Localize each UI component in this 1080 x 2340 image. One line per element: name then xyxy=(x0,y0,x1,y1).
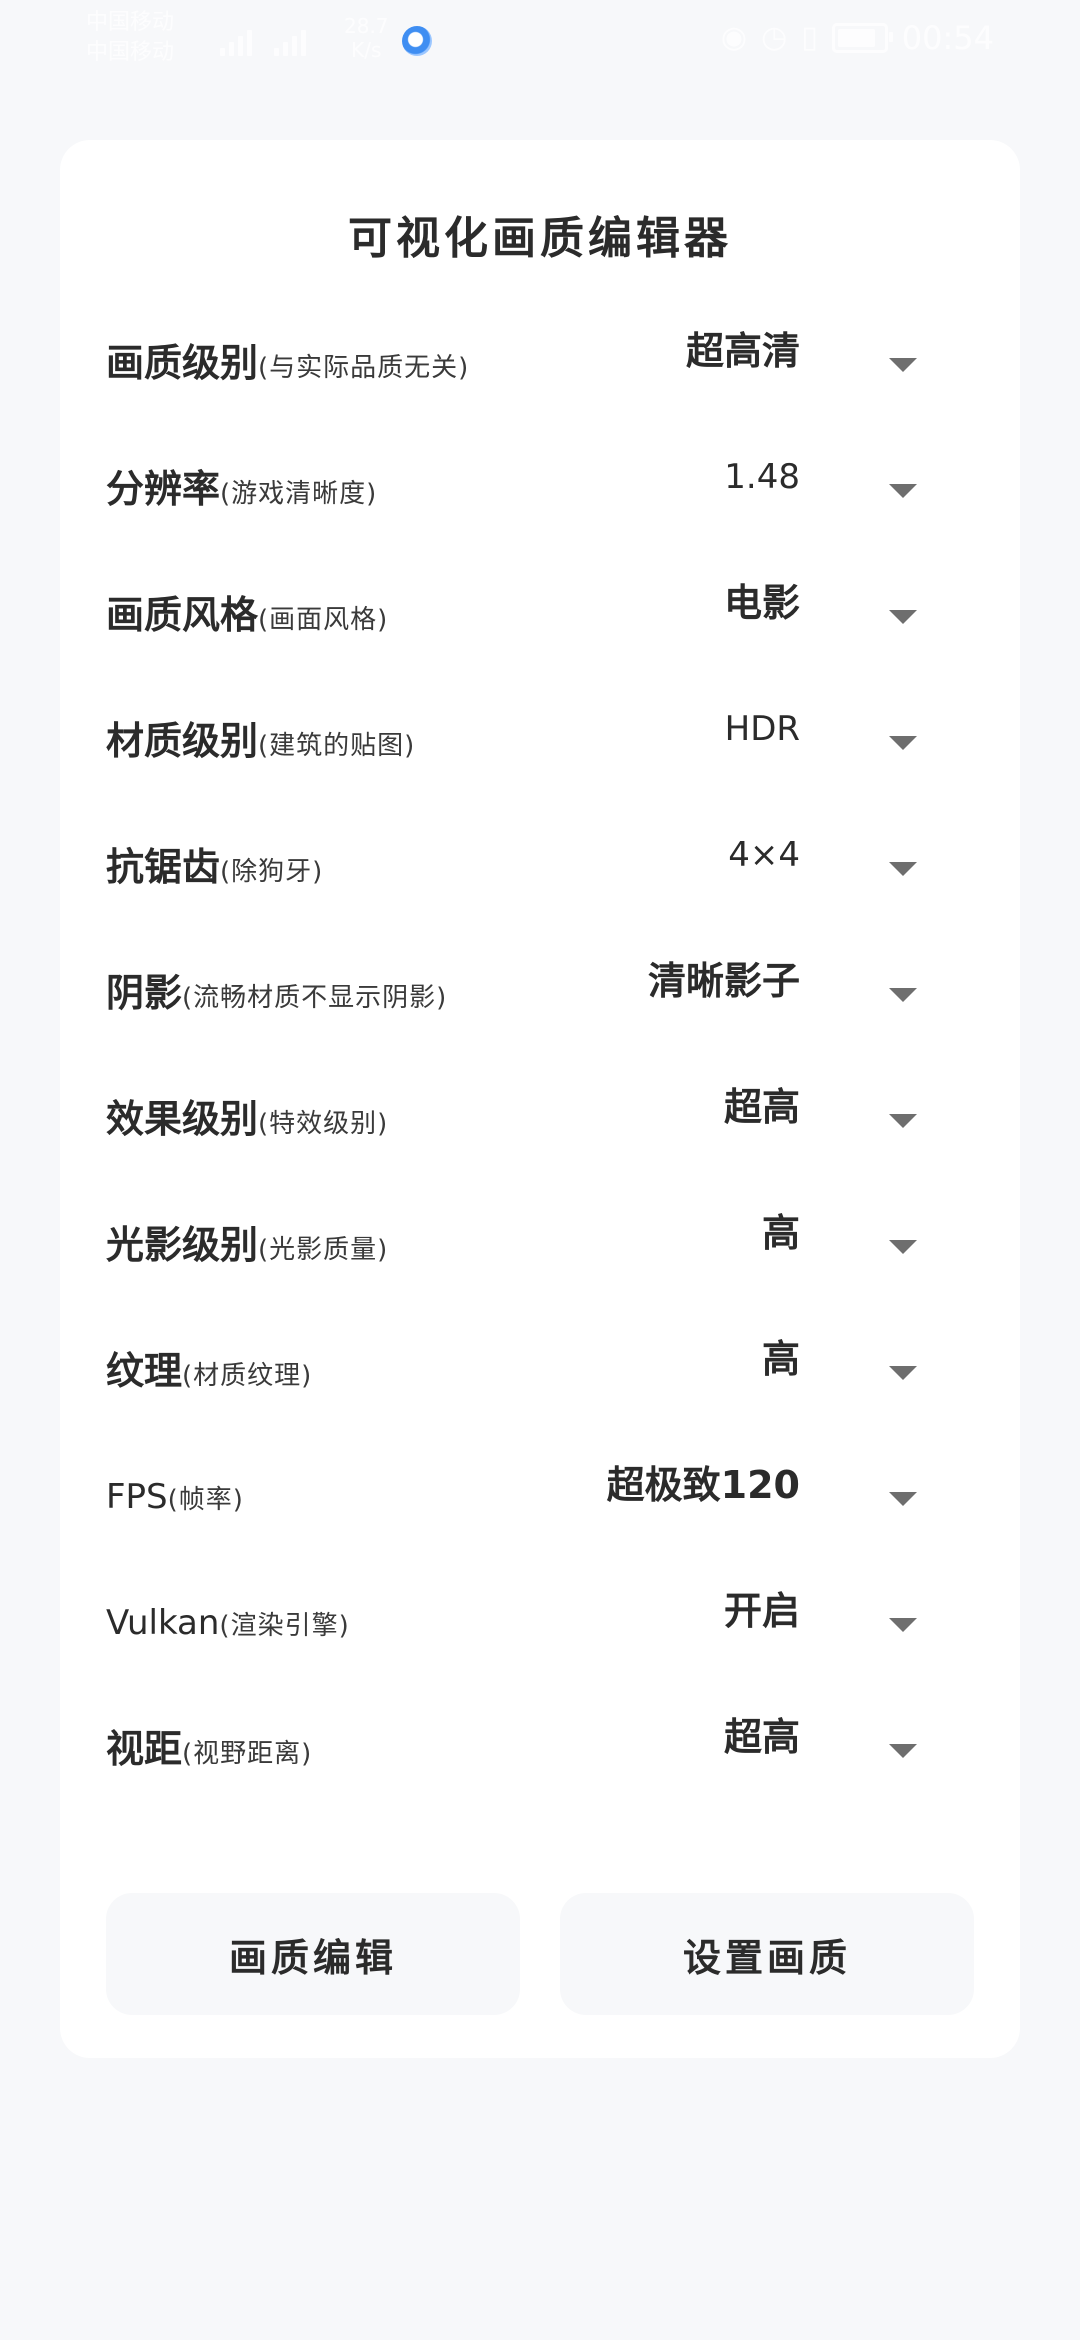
setting-value[interactable]: 开启 xyxy=(724,1586,800,1636)
network-speed: 28.7 K/s xyxy=(344,14,389,62)
setting-label: 抗锯齿(除狗牙) xyxy=(106,842,323,900)
setting-hint: (流畅材质不显示阴影) xyxy=(182,983,448,1013)
setting-row[interactable]: FPS(帧率) 超极致120 xyxy=(60,1444,1020,1544)
setting-row[interactable]: 分辨率(游戏清晰度) 1.48 xyxy=(60,436,1020,536)
setting-row[interactable]: 效果级别(特效级别) 超高 xyxy=(60,1066,1020,1166)
setting-row[interactable]: 纹理(材质纹理) 高 xyxy=(60,1318,1020,1418)
dropdown-arrow-icon[interactable] xyxy=(889,862,917,876)
setting-hint: (光影质量) xyxy=(258,1235,389,1265)
setting-label: Vulkan(渲染引擎) xyxy=(106,1598,350,1654)
dropdown-arrow-icon[interactable] xyxy=(889,1492,917,1506)
status-bar: 中国移动 中国移动 28.7 K/s ◉ ◷ ▯ 00:54 xyxy=(0,0,1080,80)
setting-label: 效果级别(特效级别) xyxy=(106,1094,388,1152)
dropdown-arrow-icon[interactable] xyxy=(889,988,917,1002)
setting-name: 画质风格 xyxy=(106,593,259,637)
browser-app-icon xyxy=(402,26,432,56)
setting-name: FPS xyxy=(106,1477,168,1517)
setting-row[interactable]: 画质风格(画面风格) 电影 xyxy=(60,562,1020,662)
vibrate-icon: ▯ xyxy=(801,20,818,55)
setting-label: FPS(帧率) xyxy=(106,1472,244,1528)
dropdown-arrow-icon[interactable] xyxy=(889,1114,917,1128)
carrier-name-2: 中国移动 xyxy=(86,40,175,65)
setting-value[interactable]: 高 xyxy=(762,1334,800,1384)
setting-hint: (视野距离) xyxy=(182,1739,313,1769)
signal-icon xyxy=(220,16,340,56)
setting-value[interactable]: 超极致120 xyxy=(607,1460,800,1510)
settings-card: 可视化画质编辑器 画质级别(与实际品质无关) 超高清分辨率(游戏清晰度) 1.48 画… xyxy=(60,140,1020,2058)
setting-row[interactable]: 材质级别(建筑的贴图) HDR xyxy=(60,688,1020,788)
setting-value[interactable]: 超高 xyxy=(724,1712,800,1762)
carrier-info: 中国移动 中国移动 xyxy=(86,8,174,68)
setting-row[interactable]: 视距(视野距离) 超高 xyxy=(60,1696,1020,1796)
setting-hint: (特效级别) xyxy=(258,1109,389,1139)
setting-label: 材质级别(建筑的贴图) xyxy=(106,716,415,774)
setting-name: 效果级别 xyxy=(106,1097,259,1141)
dropdown-arrow-icon[interactable] xyxy=(889,736,917,750)
setting-hint: (材质纹理) xyxy=(182,1361,313,1391)
setting-name: 抗锯齿 xyxy=(106,845,221,889)
setting-hint: (帧率) xyxy=(167,1485,244,1515)
setting-row[interactable]: 抗锯齿(除狗牙) 4×4 xyxy=(60,814,1020,914)
setting-value[interactable]: HDR xyxy=(725,704,800,754)
network-speed-unit: K/s xyxy=(351,38,382,62)
dropdown-arrow-icon[interactable] xyxy=(889,1744,917,1758)
setting-value[interactable]: 电影 xyxy=(724,578,800,628)
setting-row[interactable]: 光影级别(光影质量) 高 xyxy=(60,1192,1020,1292)
setting-value[interactable]: 超高清 xyxy=(686,326,800,376)
dropdown-arrow-icon[interactable] xyxy=(889,1240,917,1254)
setting-row[interactable]: 阴影(流畅材质不显示阴影) 清晰影子 xyxy=(60,940,1020,1040)
setting-label: 画质级别(与实际品质无关) xyxy=(106,338,469,396)
setting-hint: (与实际品质无关) xyxy=(258,353,470,383)
dropdown-arrow-icon[interactable] xyxy=(889,358,917,372)
setting-hint: (建筑的贴图) xyxy=(258,731,416,761)
apply-quality-button[interactable]: 设置画质 xyxy=(560,1893,974,2015)
setting-value[interactable]: 清晰影子 xyxy=(648,956,800,1006)
battery-icon xyxy=(831,23,893,53)
dropdown-arrow-icon[interactable] xyxy=(889,610,917,624)
edit-quality-button[interactable]: 画质编辑 xyxy=(106,1893,520,2015)
setting-name: 阴影 xyxy=(106,971,183,1015)
setting-hint: (画面风格) xyxy=(258,605,389,635)
dropdown-arrow-icon[interactable] xyxy=(889,484,917,498)
setting-name: 光影级别 xyxy=(106,1223,259,1267)
setting-label: 画质风格(画面风格) xyxy=(106,590,388,648)
setting-value[interactable]: 4×4 xyxy=(728,830,800,880)
setting-label: 分辨率(游戏清晰度) xyxy=(106,464,377,522)
setting-hint: (渲染引擎) xyxy=(219,1611,350,1641)
setting-name: 分辨率 xyxy=(106,467,221,511)
dropdown-arrow-icon[interactable] xyxy=(889,1618,917,1632)
battery-fill xyxy=(837,29,875,47)
setting-hint: (游戏清晰度) xyxy=(220,479,378,509)
setting-row[interactable]: 画质级别(与实际品质无关) 超高清 xyxy=(60,310,1020,410)
setting-name: Vulkan xyxy=(106,1603,220,1643)
setting-label: 视距(视野距离) xyxy=(106,1724,312,1782)
setting-name: 画质级别 xyxy=(106,341,259,385)
setting-name: 材质级别 xyxy=(106,719,259,763)
setting-value[interactable]: 1.48 xyxy=(724,452,800,502)
carrier-name-1: 中国移动 xyxy=(86,10,175,35)
alarm-icon: ◷ xyxy=(761,20,788,55)
clock: 00:54 xyxy=(901,19,994,57)
setting-name: 视距 xyxy=(106,1727,183,1771)
setting-hint: (除狗牙) xyxy=(220,857,324,887)
status-right-group: ◉ ◷ ▯ 00:54 xyxy=(721,18,994,58)
dropdown-arrow-icon[interactable] xyxy=(889,1366,917,1380)
page-title: 可视化画质编辑器 xyxy=(348,213,732,264)
setting-name: 纹理 xyxy=(106,1349,183,1393)
setting-value[interactable]: 超高 xyxy=(724,1082,800,1132)
setting-label: 纹理(材质纹理) xyxy=(106,1346,312,1404)
network-speed-value: 28.7 xyxy=(344,14,389,38)
setting-label: 阴影(流畅材质不显示阴影) xyxy=(106,968,447,1026)
setting-label: 光影级别(光影质量) xyxy=(106,1220,388,1278)
eye-icon: ◉ xyxy=(720,20,748,55)
setting-row[interactable]: Vulkan(渲染引擎) 开启 xyxy=(60,1570,1020,1670)
setting-value[interactable]: 高 xyxy=(762,1208,800,1258)
